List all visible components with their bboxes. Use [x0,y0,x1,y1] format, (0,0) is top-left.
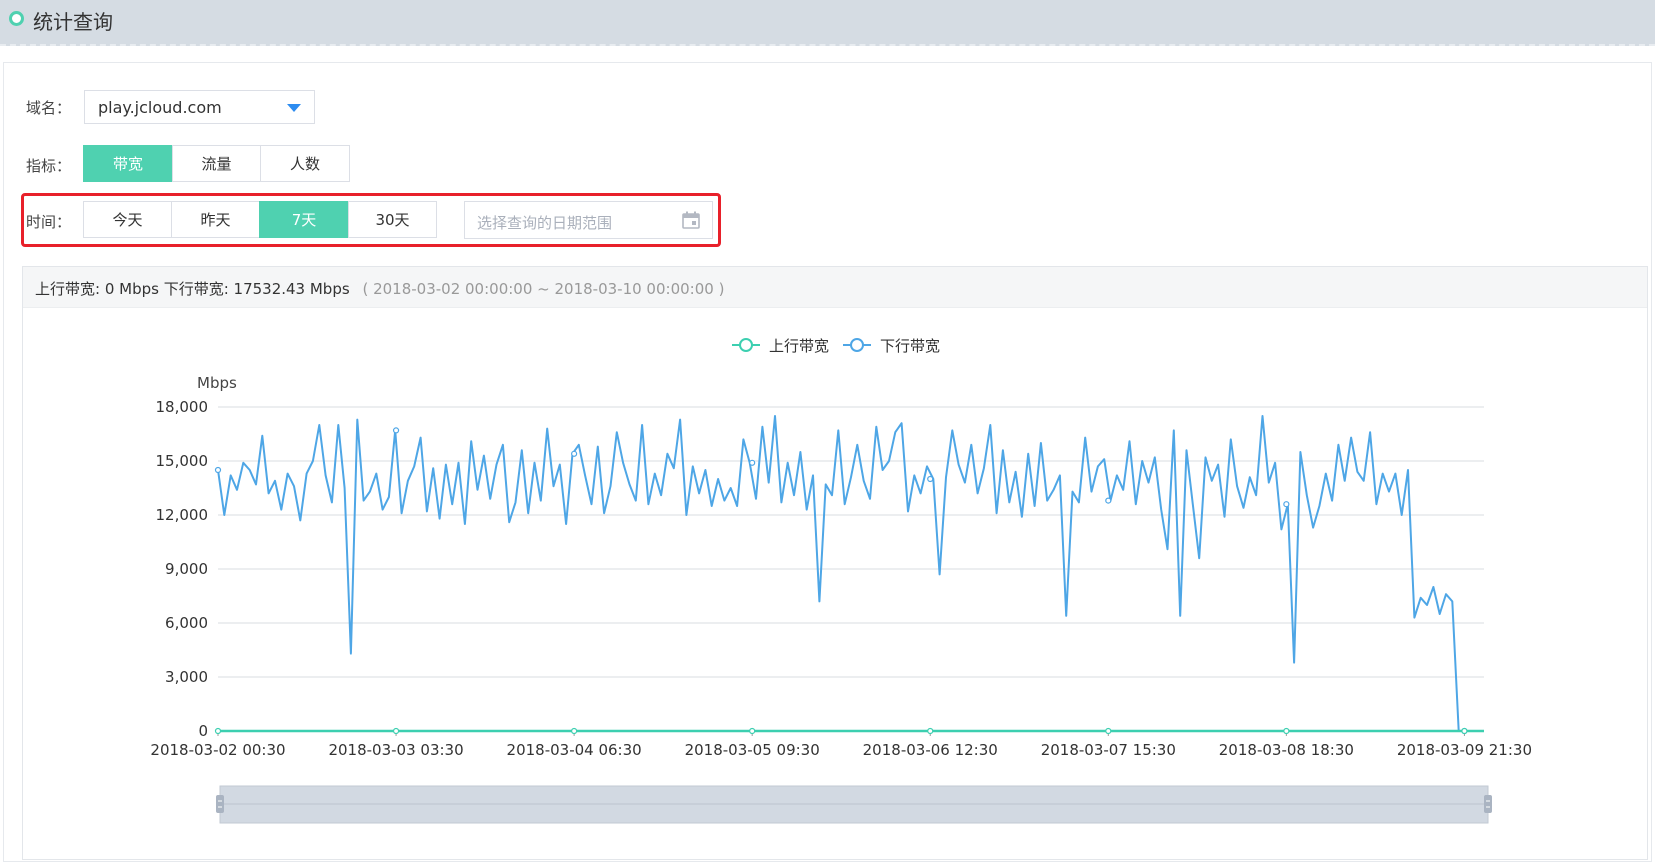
x-axis-ticks: 2018-03-02 00:30 2018-03-03 03:30 2018-03-… [150,731,1532,759]
y-axis-label: Mbps [197,374,237,392]
bandwidth-chart: 上行带宽 下行带宽 Mbps 18,000 15,000 12,000 9,000 6,… [150,337,1532,824]
y-tick-label: 18,000 [156,398,209,416]
x-tick-label: 2018-03-05 09:30 [685,741,820,759]
y-axis-ticks: 18,000 15,000 12,000 9,000 6,000 3,000 0 [156,398,209,740]
y-tick-label: 6,000 [165,614,208,632]
series-point-down [927,475,934,483]
legend-item-down[interactable]: 下行带宽 [843,337,940,355]
series-point-down [571,450,578,457]
legend-label-up: 上行带宽 [769,337,829,355]
x-tick-label: 2018-03-09 21:30 [1397,741,1532,759]
x-tick-label: 2018-03-02 00:30 [150,741,285,759]
series-point-down [749,459,756,466]
series-point-up [1283,727,1290,735]
chart-series [214,415,1484,735]
series-point-down [214,466,222,474]
x-tick-label: 2018-03-03 03:30 [328,741,463,759]
zoom-handle-left[interactable] [216,795,224,813]
legend-label-down: 下行带宽 [880,337,940,355]
legend-item-up[interactable]: 上行带宽 [732,337,829,355]
series-point-up [392,727,400,735]
y-tick-label: 12,000 [156,506,209,524]
series-point-up [214,727,222,735]
x-tick-label: 2018-03-06 12:30 [863,741,998,759]
chart-legend: 上行带宽 下行带宽 [732,337,940,355]
series-point-up [1461,727,1468,735]
series-point-down [1105,497,1112,504]
y-tick-label: 0 [198,722,208,740]
y-tick-label: 9,000 [165,560,208,578]
series-point-up [1105,727,1112,735]
series-point-down [392,427,400,434]
series-point-up [571,727,578,735]
x-tick-label: 2018-03-07 15:30 [1041,741,1176,759]
y-tick-label: 3,000 [165,668,208,686]
chart-grid [218,406,1484,732]
series-line-down [217,415,1484,732]
x-tick-label: 2018-03-04 06:30 [507,741,642,759]
zoom-handle-right[interactable] [1484,795,1492,813]
y-tick-label: 15,000 [156,452,209,470]
series-point-up [927,727,934,735]
x-tick-label: 2018-03-08 18:30 [1219,741,1354,759]
series-point-up [749,727,756,735]
data-zoom-slider[interactable] [216,785,1492,824]
series-point-down [1283,501,1290,508]
